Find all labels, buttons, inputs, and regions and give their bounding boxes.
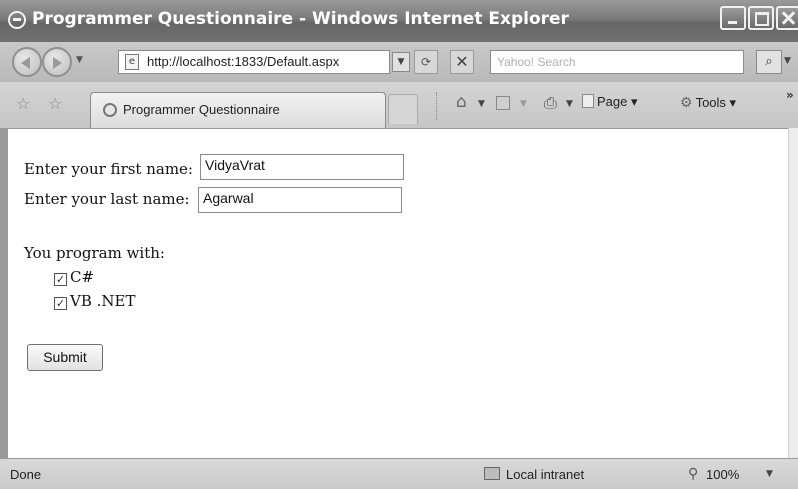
recent-pages-dropdown-icon[interactable]: ▼ [76, 55, 86, 65]
first-name-label: Enter your first name: [24, 160, 193, 178]
toolbar-overflow-chevron[interactable]: » [786, 88, 794, 102]
checkbox-vbnet[interactable]: ✓ [54, 297, 67, 310]
page-menu-button[interactable]: Page ▾ [582, 94, 638, 110]
tab-label: Programmer Questionnaire [123, 102, 280, 117]
print-dropdown-icon[interactable]: ▼ [566, 99, 573, 109]
refresh-icon[interactable]: ⟳ [414, 50, 438, 74]
address-input[interactable]: e http://localhost:1833/Default.aspx [118, 50, 390, 74]
add-favorites-icon[interactable]: ☆ [48, 94, 62, 113]
tab-bar: ☆ ☆ Programmer Questionnaire ⌂ ▼ ▼ ⎙ ▼ P… [0, 82, 798, 128]
vertical-scrollbar[interactable] [788, 128, 798, 458]
tools-menu-label: Tools [695, 95, 726, 110]
page-menu-icon [582, 94, 594, 108]
maximize-button[interactable] [748, 6, 774, 30]
title-bar: Programmer Questionnaire - Windows Inter… [0, 0, 798, 42]
print-icon[interactable]: ⎙ [544, 93, 557, 113]
zoom-dropdown-icon[interactable]: ▼ [766, 469, 773, 479]
submit-button[interactable]: Submit [27, 344, 103, 371]
zone-icon [484, 467, 500, 480]
forward-icon[interactable] [42, 47, 72, 77]
address-dropdown-icon[interactable]: ▼ [392, 52, 410, 72]
browser-window: Programmer Questionnaire - Windows Inter… [0, 0, 798, 489]
stop-icon[interactable]: ✕ [450, 50, 474, 74]
home-icon[interactable]: ⌂ [456, 92, 467, 112]
status-text: Done [10, 467, 42, 482]
tab-programmer-questionnaire[interactable]: Programmer Questionnaire [90, 92, 386, 128]
first-name-input[interactable]: VidyaVrat [200, 154, 404, 180]
zone-text: Local intranet [506, 467, 585, 482]
status-bar: Done Local intranet ⚲ 100% ▼ [0, 458, 798, 489]
last-name-input[interactable]: Agarwal [198, 187, 402, 213]
address-url: http://localhost:1833/Default.aspx [147, 54, 340, 69]
navigation-bar: ▼ e http://localhost:1833/Default.aspx ▼… [0, 42, 798, 82]
window-left-border [0, 128, 8, 458]
search-input[interactable]: Yahoo! Search [490, 50, 744, 74]
close-button[interactable] [776, 6, 798, 30]
ie-icon [8, 11, 26, 29]
tools-gear-icon: ⚙ [680, 94, 693, 110]
new-tab-button[interactable] [388, 94, 418, 124]
option-label-vbnet: VB .NET [70, 292, 136, 310]
search-options-dropdown-icon[interactable]: ▼ [784, 56, 791, 66]
option-label-csharp: C# [70, 268, 95, 286]
last-name-label: Enter your last name: [24, 190, 190, 208]
minimize-button[interactable] [720, 6, 746, 30]
back-icon[interactable] [12, 47, 42, 77]
search-placeholder: Yahoo! Search [497, 55, 576, 69]
window-title: Programmer Questionnaire - Windows Inter… [32, 9, 569, 29]
checkbox-csharp[interactable]: ✓ [54, 273, 67, 286]
command-separator [436, 92, 438, 120]
zoom-icon[interactable]: ⚲ [688, 466, 698, 482]
page-menu-label: Page [597, 94, 628, 109]
tools-menu-button[interactable]: ⚙ Tools ▾ [680, 94, 736, 111]
feeds-dropdown-icon[interactable]: ▼ [520, 99, 527, 109]
search-icon[interactable]: ⌕ [756, 50, 782, 74]
favorites-star-icon[interactable]: ☆ [16, 94, 30, 113]
ie-tab-icon [103, 103, 117, 117]
program-with-label: You program with: [24, 244, 165, 262]
home-dropdown-icon[interactable]: ▼ [478, 99, 485, 109]
page-icon: e [125, 54, 139, 70]
feeds-icon[interactable] [496, 96, 510, 110]
zoom-level[interactable]: 100% [706, 467, 739, 482]
